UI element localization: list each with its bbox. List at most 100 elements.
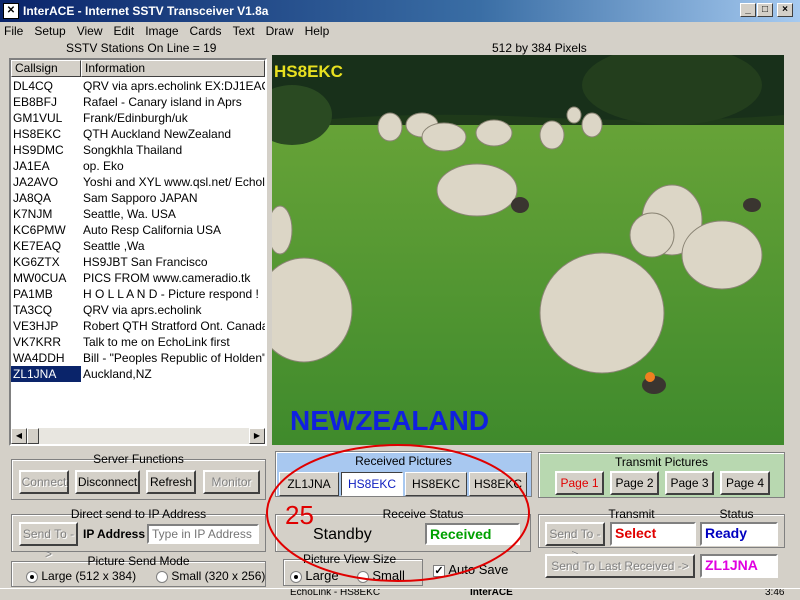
- menu-file[interactable]: File: [4, 24, 23, 38]
- checkbox-checked-icon[interactable]: ✓: [433, 564, 445, 577]
- table-row[interactable]: MW0CUA PICS FROM www.cameradio.tk: [11, 270, 265, 286]
- station-list[interactable]: Callsign Information DL4CQ QRV via aprs.e…: [9, 58, 267, 446]
- direct-send-title: Direct send to IP Address: [70, 507, 207, 521]
- table-row[interactable]: VK7KRR Talk to me on EchoLink first: [11, 334, 265, 350]
- send-mode-small-option[interactable]: Small (320 x 256): [156, 569, 265, 583]
- annotation-number: 25: [285, 500, 314, 530]
- table-row[interactable]: JA8QA Sam Sapporo JAPAN: [11, 190, 265, 206]
- menu-view[interactable]: View: [77, 24, 103, 38]
- direct-send-to-button[interactable]: Send To ->: [19, 522, 78, 561]
- information-cell: QTH Auckland NewZealand: [83, 127, 232, 141]
- receive-status-title: Receive Status: [382, 507, 464, 521]
- transmit-pictures-title: Transmit Pictures: [615, 455, 708, 469]
- disconnect-button[interactable]: Disconnect: [75, 470, 140, 494]
- table-row[interactable]: VE3HJP Robert QTH Stratford Ont. Canada/E…: [11, 318, 265, 334]
- send-mode-small-label: Small (320 x 256): [171, 569, 266, 583]
- table-row[interactable]: KC6PMW Auto Resp California USA: [11, 222, 265, 238]
- ip-address-label: IP Address: [83, 527, 146, 541]
- view-size-large-label: Large: [305, 568, 339, 583]
- radio-selected-icon[interactable]: [290, 570, 302, 583]
- table-row[interactable]: KG6ZTX HS9JBT San Francisco: [11, 254, 265, 270]
- send-mode-large-option[interactable]: Large (512 x 384): [26, 569, 136, 583]
- table-row[interactable]: HS9DMC Songkhla Thailand: [11, 142, 265, 158]
- window-title: InterACE - Internet SSTV Transceiver V1.…: [23, 4, 269, 18]
- callsign-cell: PA1MB: [13, 287, 53, 301]
- table-row[interactable]: GM1VUL Frank/Edinburgh/uk: [11, 110, 265, 126]
- scroll-right-icon[interactable]: ▶: [249, 428, 265, 444]
- table-row[interactable]: WA4DDH Bill - "Peoples Republic of Holden…: [11, 350, 265, 366]
- callsign-cell: WA4DDH: [13, 351, 65, 365]
- table-row[interactable]: JA2AVO Yoshi and XYL www.qsl.net/ Echolin…: [11, 174, 265, 190]
- refresh-button[interactable]: Refresh: [146, 470, 196, 494]
- page-1-button[interactable]: Page 1: [555, 471, 604, 495]
- last-received-callsign-field: ZL1JNA: [700, 554, 778, 578]
- table-row[interactable]: EB8BFJ Rafael - Canary island in Aprs: [11, 94, 265, 110]
- table-row[interactable]: TA3CQ QRV via aprs.echolink: [11, 302, 265, 318]
- received-status-field: Received: [425, 523, 520, 545]
- information-cell: Talk to me on EchoLink first: [83, 335, 230, 349]
- table-row[interactable]: ZL1JNA Auckland,NZ: [11, 366, 265, 382]
- scroll-thumb[interactable]: [27, 428, 39, 444]
- callsign-column-header[interactable]: Callsign: [11, 60, 81, 77]
- menu-edit[interactable]: Edit: [114, 24, 135, 38]
- menu-draw[interactable]: Draw: [266, 24, 294, 38]
- send-to-last-received-button[interactable]: Send To Last Received ->: [545, 554, 695, 578]
- callsign-cell: EB8BFJ: [13, 95, 58, 109]
- callsign-cell: VE3HJP: [13, 319, 59, 333]
- minimize-button[interactable]: _: [740, 3, 756, 17]
- information-column-header[interactable]: Information: [81, 60, 265, 77]
- received-tab-4[interactable]: HS8EKC: [469, 472, 527, 496]
- callsign-cell: ZL1JNA: [11, 366, 81, 382]
- page-3-button[interactable]: Page 3: [665, 471, 714, 495]
- transmit-send-to-button[interactable]: Send To ->: [545, 522, 605, 561]
- menu-image[interactable]: Image: [145, 24, 178, 38]
- callsign-cell: K7NJM: [13, 207, 53, 221]
- menu-bar: File Setup View Edit Image Cards Text Dr…: [0, 22, 800, 40]
- picture-send-mode-title: Picture Send Mode: [87, 554, 190, 568]
- information-cell: QRV via aprs.echolink EX:DJ1EAO: [83, 79, 265, 93]
- callsign-cell: VK7KRR: [13, 335, 62, 349]
- menu-cards[interactable]: Cards: [190, 24, 222, 38]
- table-row[interactable]: HS8EKC QTH Auckland NewZealand: [11, 126, 265, 142]
- information-cell: Yoshi and XYL www.qsl.net/ Echolink: [83, 175, 265, 189]
- view-size-large-option[interactable]: Large: [290, 568, 339, 583]
- information-cell: Rafael - Canary island in Aprs: [83, 95, 242, 109]
- monitor-button[interactable]: Monitor: [203, 470, 260, 494]
- information-cell: op. Eko: [83, 159, 124, 173]
- horizontal-scrollbar[interactable]: ◀ ▶: [11, 428, 265, 444]
- information-cell: HS9JBT San Francisco: [83, 255, 208, 269]
- received-pictures-title: Received Pictures: [355, 454, 452, 468]
- auto-save-label: Auto Save: [448, 562, 509, 577]
- received-tab-2[interactable]: HS8EKC: [341, 472, 403, 496]
- maximize-button[interactable]: □: [757, 3, 773, 17]
- page-2-button[interactable]: Page 2: [610, 471, 659, 495]
- callsign-cell: TA3CQ: [13, 303, 53, 317]
- taskbar-item-echolink[interactable]: EchoLink - HS8EKC: [290, 589, 380, 598]
- connect-button[interactable]: Connect: [19, 470, 69, 494]
- menu-help[interactable]: Help: [305, 24, 330, 38]
- station-rows: DL4CQ QRV via aprs.echolink EX:DJ1EAO EB8B…: [11, 78, 265, 382]
- auto-save-option[interactable]: ✓ Auto Save: [433, 562, 508, 577]
- table-row[interactable]: DL4CQ QRV via aprs.echolink EX:DJ1EAO: [11, 78, 265, 94]
- table-row[interactable]: KE7EAQ Seattle ,Wa: [11, 238, 265, 254]
- received-tab-1[interactable]: ZL1JNA: [279, 472, 339, 496]
- received-tab-3[interactable]: HS8EKC: [405, 472, 467, 496]
- table-row[interactable]: K7NJM Seattle, Wa. USA: [11, 206, 265, 222]
- view-size-small-option[interactable]: Small: [357, 568, 405, 583]
- menu-text[interactable]: Text: [233, 24, 255, 38]
- callsign-cell: JA8QA: [13, 191, 52, 205]
- table-row[interactable]: PA1MB H O L L A N D - Picture respond !: [11, 286, 265, 302]
- radio-icon[interactable]: [357, 570, 369, 583]
- page-4-button[interactable]: Page 4: [720, 471, 770, 495]
- taskbar-item-interace[interactable]: InterACE: [470, 589, 513, 598]
- transmit-select-field[interactable]: Select: [610, 522, 696, 546]
- menu-setup[interactable]: Setup: [34, 24, 65, 38]
- radio-selected-icon[interactable]: [26, 570, 38, 583]
- information-cell: Frank/Edinburgh/uk: [83, 111, 188, 125]
- close-button[interactable]: ×: [777, 3, 793, 17]
- scroll-left-icon[interactable]: ◀: [11, 428, 27, 444]
- radio-icon[interactable]: [156, 570, 168, 583]
- ip-address-input[interactable]: [147, 524, 259, 544]
- table-row[interactable]: JA1EA op. Eko: [11, 158, 265, 174]
- taskbar: EchoLink - HS8EKC InterACE 3:46: [0, 588, 800, 600]
